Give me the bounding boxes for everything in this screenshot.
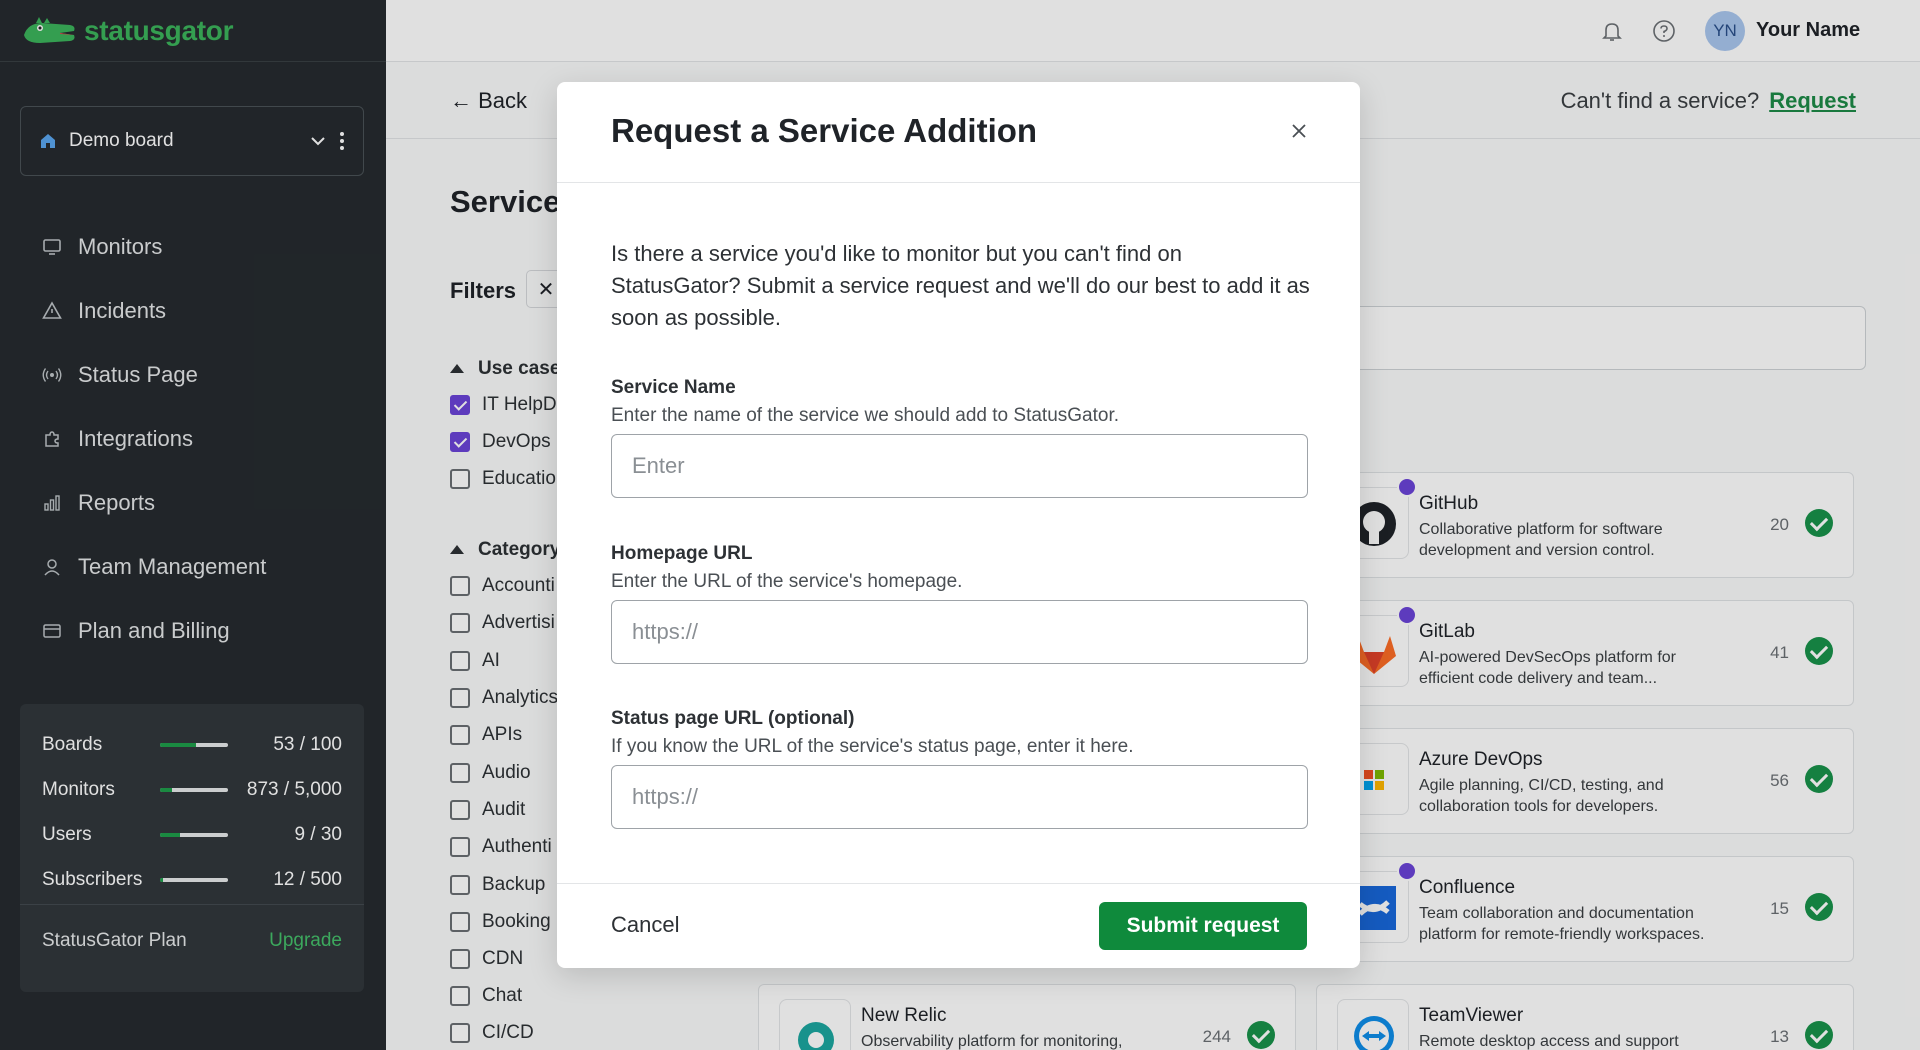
- submit-request-button[interactable]: Submit request: [1099, 902, 1307, 950]
- homepage-url-help: Enter the URL of the service's homepage.: [611, 571, 963, 592]
- modal-title: Request a Service Addition: [611, 112, 1038, 149]
- homepage-url-label: Homepage URL: [611, 543, 753, 564]
- service-name-label: Service Name: [611, 377, 736, 398]
- modal-footer: Cancel Submit request: [557, 883, 1360, 968]
- service-name-input[interactable]: [611, 434, 1308, 498]
- modal-header: Request a Service Addition: [557, 82, 1360, 183]
- status-page-url-input[interactable]: [611, 765, 1308, 829]
- request-service-modal: Request a Service Addition Is there a se…: [557, 82, 1360, 968]
- cancel-button[interactable]: Cancel: [611, 912, 679, 938]
- modal-intro: Is there a service you'd like to monitor…: [611, 241, 1310, 330]
- status-page-url-help: If you know the URL of the service's sta…: [611, 736, 1134, 757]
- service-name-help: Enter the name of the service we should …: [611, 405, 1120, 426]
- homepage-url-input[interactable]: [611, 600, 1308, 664]
- close-icon[interactable]: [1290, 122, 1308, 140]
- status-page-url-label: Status page URL (optional): [611, 708, 855, 729]
